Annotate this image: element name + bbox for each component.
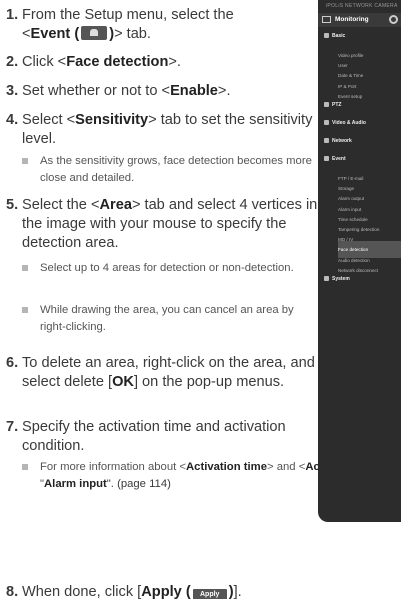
- step-1: 1. From the Setup menu, select the <Even…: [6, 7, 234, 42]
- category-icon: [324, 102, 329, 107]
- menu-category-ptz[interactable]: PTZ: [324, 102, 401, 108]
- bullet-icon: [22, 464, 28, 470]
- ok-label: OK: [112, 374, 134, 390]
- step-7: 7. Specify the activation time and activ…: [6, 419, 286, 454]
- step-number: 1.: [6, 7, 19, 23]
- menu-category-video-audio[interactable]: Video & Audio: [324, 120, 401, 126]
- sensitivity-label: Sensitivity: [75, 112, 149, 128]
- step-4: 4. Select <Sensitivity> tab to set the s…: [6, 112, 313, 147]
- step-8: 8. When done, click [Apply (Apply)].: [6, 584, 242, 599]
- note-step-4: As the sensitivity grows, face detection…: [22, 153, 322, 187]
- category-icon: [324, 276, 329, 281]
- step-3: 3. Set whether or not to <Enable>.: [6, 83, 231, 99]
- note-step-5b: While drawing the area, you can cancel a…: [22, 302, 322, 336]
- setup-menu-panel: iPOLiS NETWORK CAMERA Monitoring Basic Vi…: [318, 0, 401, 522]
- menu-category-basic[interactable]: Basic: [324, 33, 401, 39]
- step-text: From the Setup menu, select the: [22, 7, 234, 23]
- monitoring-bar[interactable]: Monitoring: [318, 13, 401, 27]
- monitor-icon: [322, 16, 331, 23]
- category-icon: [324, 156, 329, 161]
- category-icon: [324, 120, 329, 125]
- bullet-icon: [22, 265, 28, 271]
- face-detection-label: Face detection: [66, 54, 169, 70]
- step-5: 5. Select the <Area> tab and select 4 ve…: [6, 197, 318, 251]
- apply-label: Apply (: [141, 584, 191, 599]
- step-2: 2. Click <Face detection>.: [6, 54, 181, 70]
- event-label: Event (: [30, 26, 80, 42]
- enable-label: Enable: [170, 83, 218, 99]
- area-label: Area: [99, 197, 132, 213]
- menu-category-event[interactable]: Event: [324, 156, 401, 162]
- camera-brand-title: iPOLiS NETWORK CAMERA: [326, 3, 398, 9]
- bullet-icon: [22, 158, 28, 164]
- menu-category-network[interactable]: Network: [324, 138, 401, 144]
- bullet-icon: [22, 307, 28, 313]
- gear-icon[interactable]: [389, 15, 398, 24]
- category-icon: [324, 33, 329, 38]
- monitoring-label: Monitoring: [335, 16, 369, 23]
- step-6: 6. To delete an area, right-click on the…: [6, 355, 315, 390]
- apply-button: Apply: [192, 589, 227, 599]
- category-icon: [324, 138, 329, 143]
- note-step-5a: Select up to 4 areas for detection or no…: [22, 260, 322, 277]
- event-tab-icon: [81, 26, 108, 40]
- menu-category-system[interactable]: System: [324, 276, 401, 282]
